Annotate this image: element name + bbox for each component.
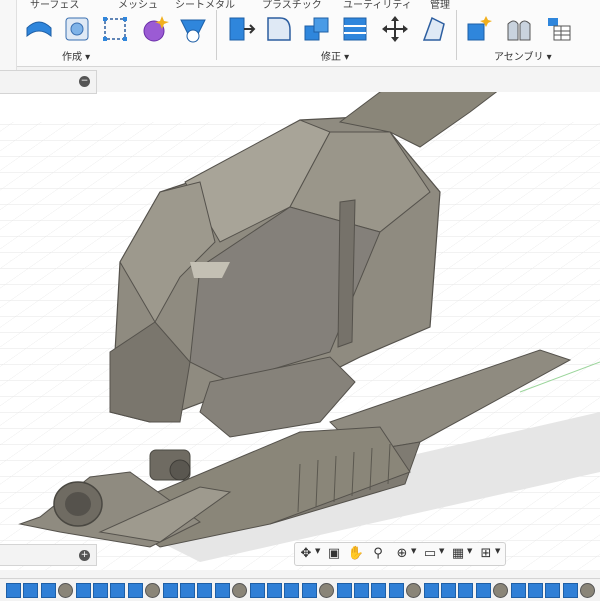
timeline-feature[interactable]: [40, 583, 56, 598]
canvas-viewport[interactable]: [0, 92, 600, 570]
timeline-feature[interactable]: [6, 583, 21, 598]
chevron-down-icon[interactable]: ▼: [467, 547, 472, 555]
chevron-down-icon[interactable]: ▼: [495, 547, 500, 555]
tab-plastic[interactable]: プラスチック: [262, 0, 322, 11]
timeline-feature[interactable]: [545, 583, 561, 598]
timeline-bar: [0, 578, 600, 601]
timeline-feature[interactable]: [371, 583, 387, 598]
new-component-icon[interactable]: [464, 14, 494, 44]
timeline-feature[interactable]: [214, 583, 230, 598]
timeline-feature[interactable]: [145, 583, 161, 598]
shell-icon[interactable]: [340, 14, 370, 44]
create-group-label[interactable]: 作成 ▾: [62, 48, 90, 63]
timeline-feature[interactable]: [267, 583, 282, 598]
timeline-feature[interactable]: [197, 583, 213, 598]
3d-model-view[interactable]: [0, 92, 600, 570]
orbit-icon[interactable]: ✥: [297, 545, 315, 563]
timeline-feature[interactable]: [475, 583, 491, 598]
collapse-browser-button[interactable]: −: [79, 76, 90, 87]
draft-icon[interactable]: [418, 14, 448, 44]
landing-wheel: [169, 459, 191, 481]
move-icon[interactable]: [380, 14, 410, 44]
timeline-feature[interactable]: [580, 583, 596, 598]
tab-utility[interactable]: ユーティリティ: [343, 0, 412, 11]
timeline-feature[interactable]: [528, 583, 543, 598]
toolbar-separator: [216, 10, 217, 60]
timeline-feature[interactable]: [23, 583, 39, 598]
timeline-feature[interactable]: [406, 583, 422, 598]
vertical-slot: [337, 199, 356, 348]
viewports-icon[interactable]: ⊞: [477, 545, 495, 563]
sketch-rectangle-icon[interactable]: [100, 14, 130, 44]
timeline-feature[interactable]: [284, 583, 300, 598]
timeline-feature[interactable]: [58, 583, 74, 598]
press-pull-icon[interactable]: [226, 14, 256, 44]
chevron-down-icon[interactable]: ▼: [315, 547, 320, 555]
timeline-feature[interactable]: [249, 583, 265, 598]
tab-manage[interactable]: 管理: [430, 0, 450, 11]
chevron-down-icon[interactable]: ▼: [411, 547, 416, 555]
fillet-icon[interactable]: [264, 14, 294, 44]
engine-core: [65, 492, 91, 516]
timeline-feature[interactable]: [162, 583, 178, 598]
timeline-feature[interactable]: [180, 583, 195, 598]
assemble-group-label[interactable]: アセンブリ ▾: [494, 48, 552, 63]
zoom-icon[interactable]: ⚲: [369, 545, 387, 563]
timeline-feature[interactable]: [458, 583, 474, 598]
timeline-feature[interactable]: [354, 583, 369, 598]
timeline-feature[interactable]: [388, 583, 404, 598]
extrude-surface-icon[interactable]: [24, 14, 54, 44]
box-icon[interactable]: [62, 14, 92, 44]
ribbon-toolbar: サーフェス メッシュ シートメタル プラスチック ユーティリティ 管理 作成 ▾: [0, 0, 600, 67]
pan-icon[interactable]: ✋: [347, 545, 365, 563]
form-sphere-icon[interactable]: [140, 14, 170, 44]
timeline-feature[interactable]: [232, 583, 248, 598]
timeline-feature[interactable]: [110, 583, 126, 598]
display-settings-icon[interactable]: ▭: [421, 545, 439, 563]
modify-group-label[interactable]: 修正 ▾: [321, 48, 349, 63]
chevron-down-icon[interactable]: ▼: [439, 547, 444, 555]
bom-icon[interactable]: [544, 14, 574, 44]
navigation-bar: ✥ ▼ ▣ ✋ ⚲ ⊕ ▼ ▭ ▼ ▦ ▼ ⊞ ▼: [294, 542, 506, 566]
fit-icon[interactable]: ⊕: [393, 545, 411, 563]
timeline-feature-selected[interactable]: [493, 583, 509, 598]
timeline-feature[interactable]: [301, 583, 317, 598]
timeline-feature[interactable]: [319, 583, 335, 598]
loft-icon[interactable]: [178, 14, 208, 44]
look-at-icon[interactable]: ▣: [325, 545, 343, 563]
joint-icon[interactable]: [504, 14, 534, 44]
timeline-feature[interactable]: [423, 583, 439, 598]
browser-panel-header[interactable]: −: [0, 70, 97, 94]
tab-surface[interactable]: サーフェス: [30, 0, 79, 11]
grid-icon[interactable]: ▦: [449, 545, 467, 563]
timeline-feature[interactable]: [510, 583, 526, 598]
timeline-feature[interactable]: [75, 583, 91, 598]
timeline-feature[interactable]: [336, 583, 352, 598]
timeline-feature[interactable]: [562, 583, 578, 598]
expand-comments-button[interactable]: +: [79, 550, 90, 561]
combine-icon[interactable]: [302, 14, 332, 44]
tab-sheet-metal[interactable]: シートメタル: [175, 0, 235, 11]
comments-panel-header[interactable]: +: [0, 544, 97, 566]
timeline-feature[interactable]: [93, 583, 108, 598]
timeline-feature[interactable]: [127, 583, 143, 598]
timeline-feature[interactable]: [441, 583, 456, 598]
toolbar-separator: [456, 10, 457, 60]
tab-mesh[interactable]: メッシュ: [118, 0, 158, 11]
